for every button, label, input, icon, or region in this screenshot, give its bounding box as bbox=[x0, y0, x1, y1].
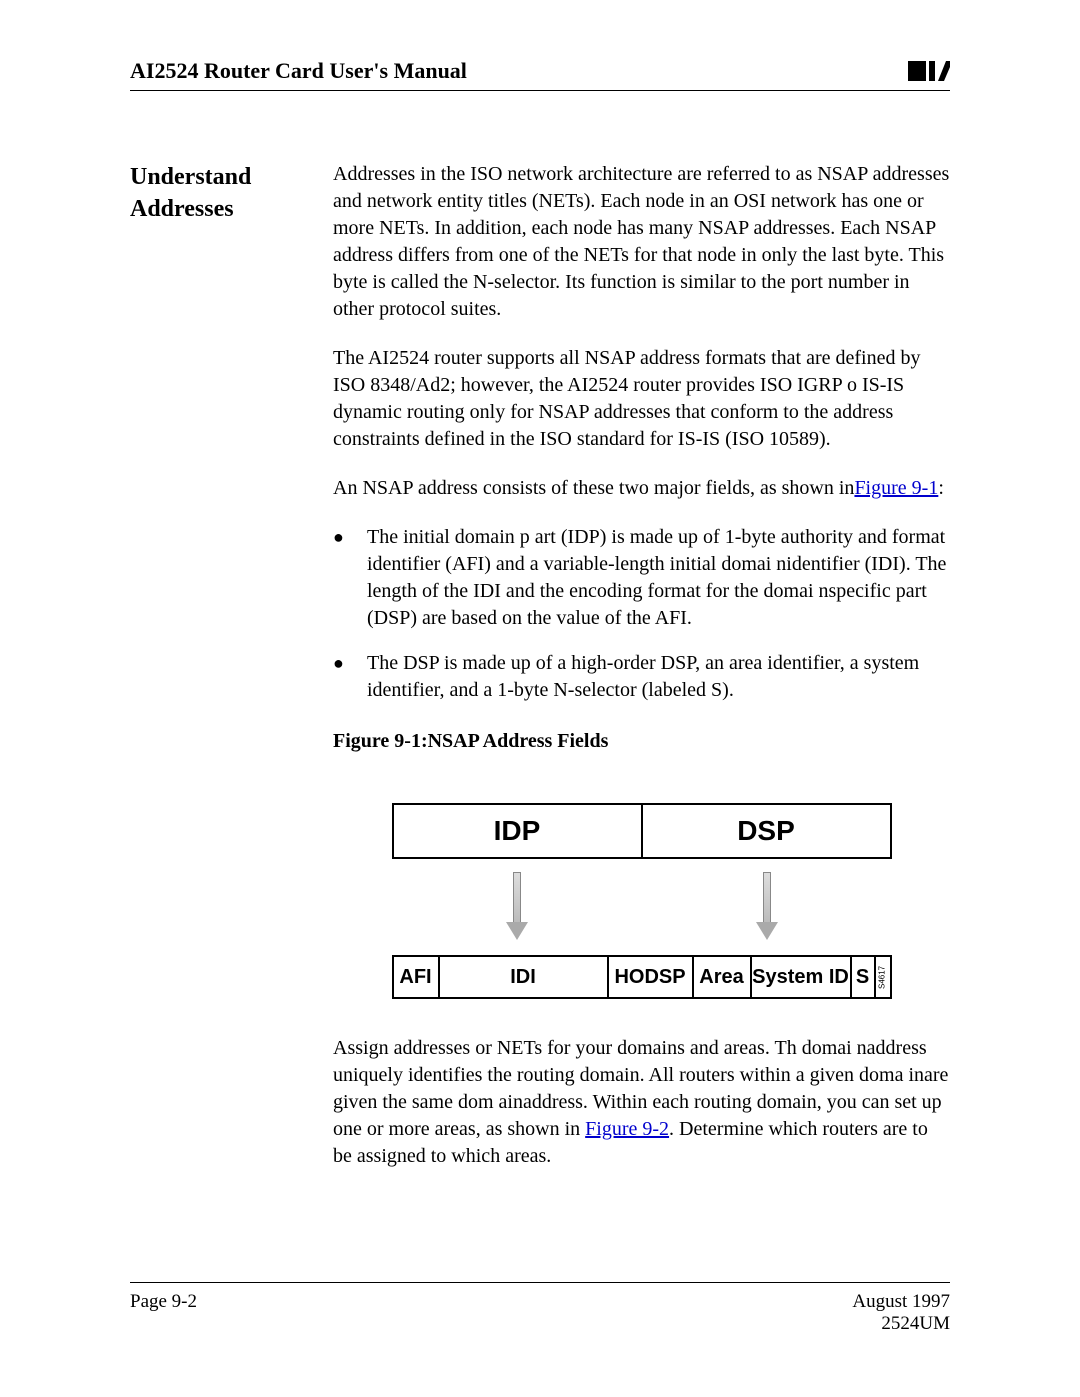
diagram-idp-cell: IDP bbox=[394, 805, 643, 857]
section-heading: Understand Addresses bbox=[130, 161, 305, 226]
bullet-icon: ● bbox=[333, 650, 367, 704]
nsap-diagram: IDP DSP bbox=[392, 803, 892, 999]
paragraph-2: The AI2524 router supports all NSAP addr… bbox=[333, 345, 950, 453]
paragraph-4: Assign addresses or NETs for your domain… bbox=[333, 1035, 950, 1170]
diagram-dsp-cell: DSP bbox=[643, 805, 890, 857]
paragraph-3: An NSAP address consists of these two ma… bbox=[333, 475, 950, 502]
paragraph-1: Addresses in the ISO network architectur… bbox=[333, 161, 950, 323]
figure-9-1-link[interactable]: Figure 9-1 bbox=[854, 477, 938, 499]
diagram-s-cell: S bbox=[852, 957, 876, 997]
diagram-arrows bbox=[392, 859, 892, 955]
figure-caption: Figure 9-1:NSAP Address Fields bbox=[333, 728, 950, 755]
main-content: Understand Addresses Addresses in the IS… bbox=[130, 161, 950, 1192]
bullet-list: ● The initial domain p art (IDP) is made… bbox=[333, 524, 950, 704]
ai-logo-icon bbox=[908, 58, 950, 84]
bullet-icon: ● bbox=[333, 524, 367, 632]
diagram-hodsp-cell: HODSP bbox=[609, 957, 694, 997]
footer-date: August 1997 bbox=[852, 1291, 950, 1313]
diagram-afi-cell: AFI bbox=[394, 957, 440, 997]
diagram-top-row: IDP DSP bbox=[392, 803, 892, 859]
down-arrow-icon bbox=[759, 872, 775, 942]
list-item: ● The DSP is made up of a high-order DSP… bbox=[333, 650, 950, 704]
diagram-bottom-row: AFI IDI HODSP Area System ID S S4617 bbox=[392, 955, 892, 999]
bullet-text-1: The initial domain p art (IDP) is made u… bbox=[367, 524, 950, 632]
diagram-systemid-cell: System ID bbox=[752, 957, 852, 997]
section-heading-column: Understand Addresses bbox=[130, 161, 305, 1192]
diagram-code-label: S4617 bbox=[876, 957, 890, 997]
footer-docnum: 2524UM bbox=[852, 1313, 950, 1335]
header-title: AI2524 Router Card User's Manual bbox=[130, 58, 467, 84]
list-item: ● The initial domain p art (IDP) is made… bbox=[333, 524, 950, 632]
p3-text: An NSAP address consists of these two ma… bbox=[333, 477, 854, 499]
page-footer: Page 9-2 August 1997 2524UM bbox=[130, 1282, 950, 1335]
body-column: Addresses in the ISO network architectur… bbox=[333, 161, 950, 1192]
footer-right: August 1997 2524UM bbox=[852, 1291, 950, 1335]
p3-suffix: : bbox=[938, 477, 944, 499]
diagram-area-cell: Area bbox=[694, 957, 752, 997]
diagram-idi-cell: IDI bbox=[440, 957, 609, 997]
bullet-text-2: The DSP is made up of a high-order DSP, … bbox=[367, 650, 950, 704]
figure-9-2-link[interactable]: Figure 9-2 bbox=[585, 1118, 669, 1140]
footer-page-number: Page 9-2 bbox=[130, 1291, 197, 1335]
down-arrow-icon bbox=[509, 872, 525, 942]
page-header: AI2524 Router Card User's Manual bbox=[130, 58, 950, 91]
